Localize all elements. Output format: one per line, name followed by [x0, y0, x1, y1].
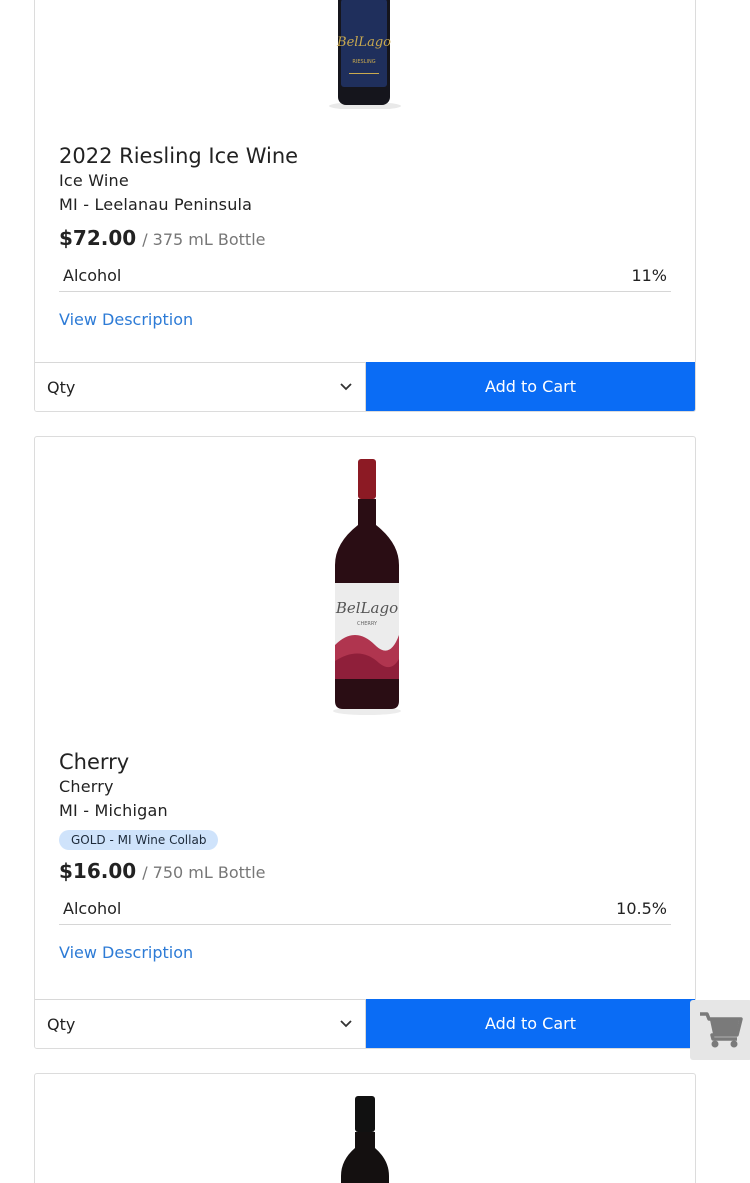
product-info: Cherry Cherry MI - Michigan GOLD - MI Wi…	[59, 749, 671, 962]
chevron-down-icon	[339, 380, 353, 394]
quantity-select-value: Qty	[47, 1014, 76, 1034]
product-card: BelLago CHERRY Cherry Cherry MI - Michig…	[34, 436, 696, 1049]
bottle-label-brand: BelLago	[335, 599, 398, 617]
shopping-cart-icon	[700, 1012, 743, 1048]
price-row: $72.00 / 375 mL Bottle	[59, 226, 671, 258]
product-price: $16.00	[59, 859, 137, 883]
product-card	[34, 1073, 696, 1183]
quantity-select[interactable]: Qty	[35, 999, 366, 1048]
bottle-label-variety: RIESLING	[352, 59, 375, 65]
product-card: BelLago RIESLING 2022 Riesling Ice Wine …	[34, 0, 696, 412]
product-name[interactable]: 2022 Riesling Ice Wine	[59, 143, 671, 169]
add-to-cart-row: Qty Add to Cart	[35, 362, 695, 411]
product-region: MI - Leelanau Peninsula	[59, 195, 253, 214]
product-name[interactable]: Cherry	[59, 749, 671, 775]
product-price: $72.00	[59, 226, 137, 250]
bottle-label-brand: BelLago	[336, 35, 391, 50]
view-description-link[interactable]: View Description	[59, 943, 193, 962]
wine-bottle-image: BelLago RIESLING	[329, 0, 401, 109]
product-type: Cherry	[59, 777, 114, 796]
quantity-select[interactable]: Qty	[35, 362, 366, 411]
product-unit: / 750 mL Bottle	[142, 863, 266, 882]
chevron-down-icon	[339, 1017, 353, 1031]
attribute-label: Alcohol	[63, 266, 122, 285]
product-type: Ice Wine	[59, 171, 129, 190]
add-to-cart-button[interactable]: Add to Cart	[366, 362, 695, 411]
product-unit: / 375 mL Bottle	[142, 230, 266, 249]
attribute-value: 11%	[631, 266, 667, 285]
quantity-select-value: Qty	[47, 377, 76, 397]
cart-button[interactable]	[690, 1000, 750, 1060]
product-region: MI - Michigan	[59, 801, 168, 820]
product-image[interactable]: BelLago RIESLING	[35, 0, 695, 109]
wine-bottle-image	[341, 1096, 389, 1183]
product-image[interactable]: BelLago CHERRY	[35, 455, 695, 717]
attribute-row-alcohol: Alcohol 10.5%	[59, 899, 671, 925]
product-image[interactable]	[35, 1096, 695, 1183]
product-info: 2022 Riesling Ice Wine Ice Wine MI - Lee…	[59, 143, 671, 329]
attribute-row-alcohol: Alcohol 11%	[59, 266, 671, 292]
award-badge: GOLD - MI Wine Collab	[59, 830, 219, 850]
view-description-link[interactable]: View Description	[59, 310, 193, 329]
add-to-cart-button[interactable]: Add to Cart	[366, 999, 695, 1048]
add-to-cart-row: Qty Add to Cart	[35, 999, 695, 1048]
attribute-label: Alcohol	[63, 899, 122, 918]
wine-bottle-image: BelLago CHERRY	[333, 459, 401, 715]
bottle-label-variety: CHERRY	[357, 621, 378, 627]
attribute-value: 10.5%	[616, 899, 667, 918]
price-row: $16.00 / 750 mL Bottle	[59, 859, 671, 891]
